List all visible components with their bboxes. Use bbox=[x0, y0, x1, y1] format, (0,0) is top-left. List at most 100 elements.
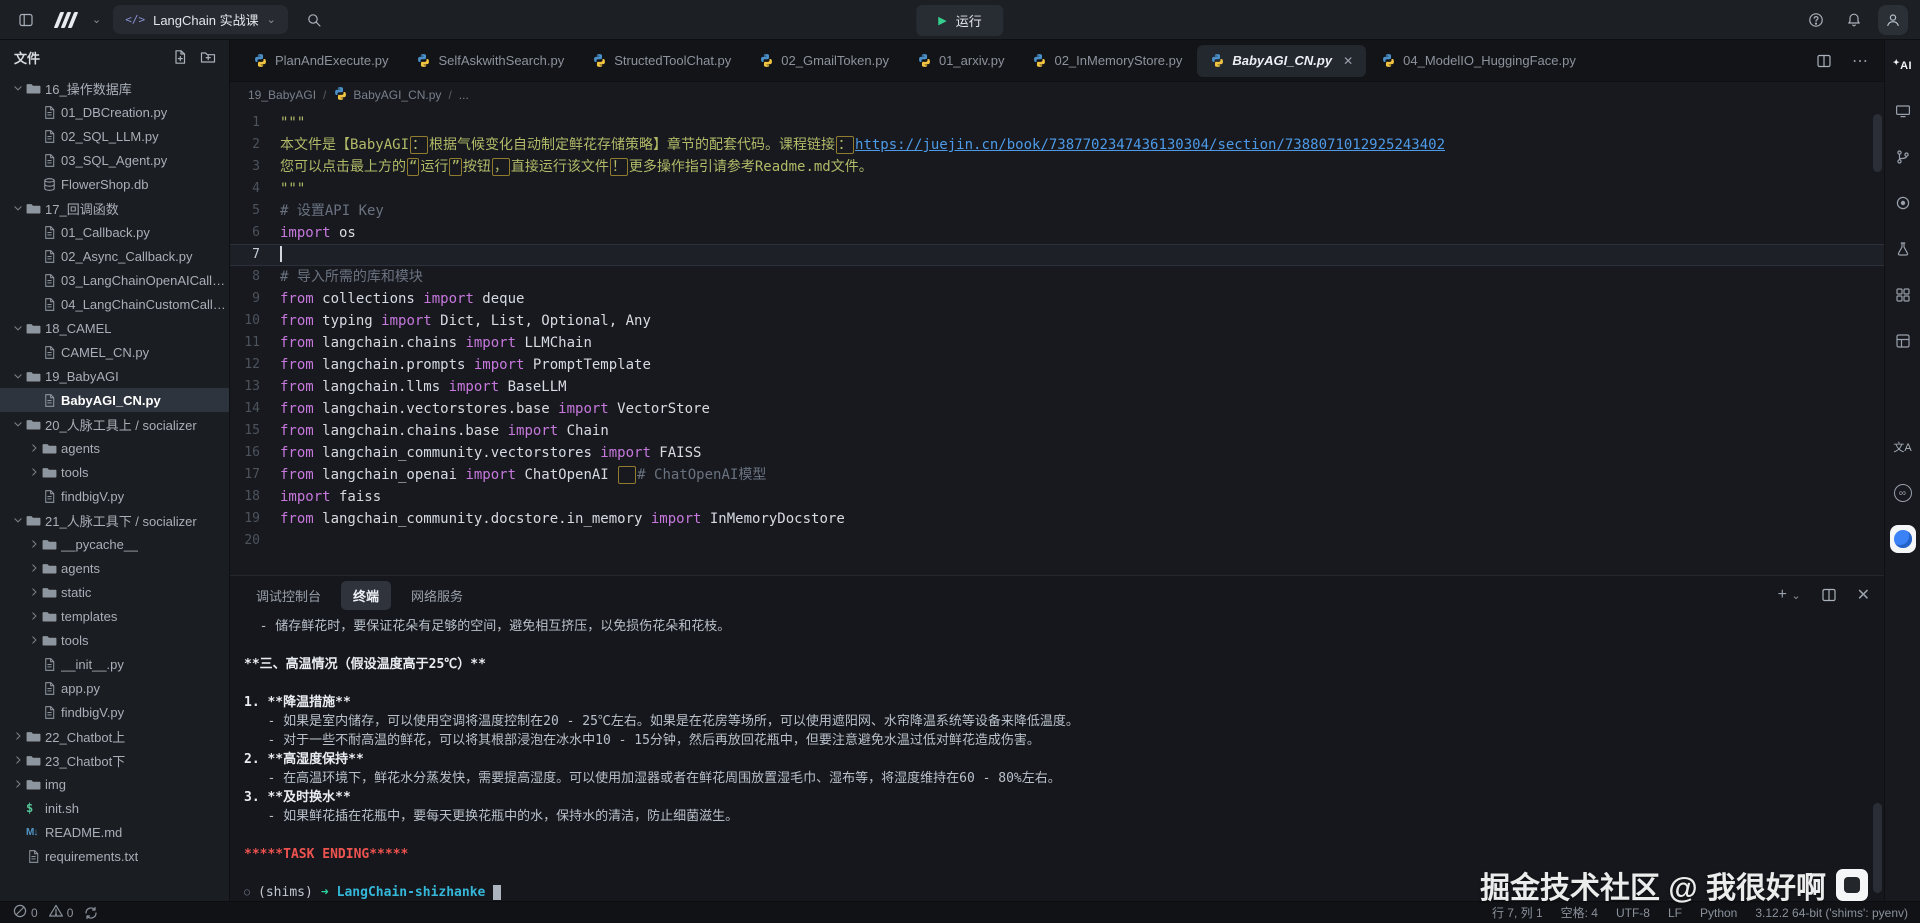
code-line[interactable]: 6import os bbox=[230, 222, 1884, 244]
close-panel-icon[interactable]: ✕ bbox=[1857, 585, 1870, 605]
code-line[interactable]: 18import faiss bbox=[230, 486, 1884, 508]
tree-folder[interactable]: tools bbox=[0, 460, 229, 484]
panel-tab[interactable]: 调试控制台 bbox=[244, 581, 333, 610]
code-line[interactable]: 13from langchain.llms import BaseLLM bbox=[230, 376, 1884, 398]
code-line[interactable]: 20 bbox=[230, 530, 1884, 552]
avatar[interactable] bbox=[1878, 5, 1908, 35]
tree-item[interactable]: BabyAGI_CN.py bbox=[0, 388, 229, 412]
code-line[interactable]: 2本文件是【BabyAGI：根据气候变化自动制定鲜花存储策略】章节的配套代码。课… bbox=[230, 134, 1884, 156]
code-line[interactable]: 11from langchain.chains import LLMChain bbox=[230, 332, 1884, 354]
breadcrumb-file[interactable]: BabyAGI_CN.py bbox=[333, 86, 441, 104]
editor-tab[interactable]: 02_GmailToken.py bbox=[746, 45, 902, 77]
tree-item[interactable]: __init__.py bbox=[0, 652, 229, 676]
tree-folder[interactable]: 17_回调函数 bbox=[0, 196, 229, 220]
breadcrumb-folder[interactable]: 19_BabyAGI bbox=[248, 88, 316, 102]
cursor-position[interactable]: 行 7, 列 1 bbox=[1492, 904, 1543, 921]
preview-icon[interactable] bbox=[1890, 98, 1916, 124]
close-tab-icon[interactable]: ✕ bbox=[1343, 54, 1353, 68]
code-line[interactable]: 8# 导入所需的库和模块 bbox=[230, 266, 1884, 288]
ai-assistant-icon[interactable]: ✦AI bbox=[1890, 52, 1916, 78]
code-line[interactable]: 12from langchain.prompts import PromptTe… bbox=[230, 354, 1884, 376]
tree-item[interactable]: 02_Async_Callback.py bbox=[0, 244, 229, 268]
editor-tab[interactable]: 02_InMemoryStore.py bbox=[1019, 45, 1195, 77]
tree-item[interactable]: requirements.txt bbox=[0, 844, 229, 868]
tree-folder[interactable]: 19_BabyAGI bbox=[0, 364, 229, 388]
tree-item[interactable]: 03_LangChainOpenAICallback.... bbox=[0, 268, 229, 292]
editor-tab-active[interactable]: BabyAGI_CN.py✕ bbox=[1197, 45, 1366, 77]
test-flask-icon[interactable] bbox=[1890, 236, 1916, 262]
translate-icon[interactable]: 文A bbox=[1890, 434, 1916, 460]
tree-item[interactable]: app.py bbox=[0, 676, 229, 700]
tree-item[interactable]: 02_SQL_LLM.py bbox=[0, 124, 229, 148]
code-line[interactable]: 16from langchain_community.vectorstores … bbox=[230, 442, 1884, 464]
tree-folder[interactable]: img bbox=[0, 772, 229, 796]
editor-tab[interactable]: 04_ModelIO_HuggingFace.py bbox=[1368, 45, 1589, 77]
tree-folder[interactable]: 23_Chatbot下 bbox=[0, 748, 229, 772]
community-icon[interactable]: ∞ bbox=[1890, 480, 1916, 506]
editor-tab[interactable]: PlanAndExecute.py bbox=[240, 45, 401, 77]
code-line[interactable]: 19from langchain_community.docstore.in_m… bbox=[230, 508, 1884, 530]
code-line[interactable]: 4""" bbox=[230, 178, 1884, 200]
project-switcher[interactable]: </> LangChain 实战课 ⌄ bbox=[113, 5, 288, 34]
split-editor-icon[interactable] bbox=[1810, 47, 1838, 75]
git-branch-icon[interactable] bbox=[1890, 144, 1916, 170]
tree-item[interactable]: 01_DBCreation.py bbox=[0, 100, 229, 124]
tree-folder[interactable]: agents bbox=[0, 436, 229, 460]
app-menu-icon[interactable] bbox=[12, 6, 40, 34]
tree-folder[interactable]: static bbox=[0, 580, 229, 604]
code-line[interactable]: 15from langchain.chains.base import Chai… bbox=[230, 420, 1884, 442]
editor-scrollbar[interactable] bbox=[1873, 114, 1882, 172]
error-count[interactable]: 0 bbox=[12, 903, 38, 922]
inspect-icon[interactable] bbox=[1890, 190, 1916, 216]
code-line[interactable]: 5# 设置API Key bbox=[230, 200, 1884, 222]
warning-count[interactable]: 0 bbox=[48, 903, 74, 922]
tree-item[interactable]: CAMEL_CN.py bbox=[0, 340, 229, 364]
assistant-plugin-icon[interactable] bbox=[1890, 526, 1916, 552]
panel-tab[interactable]: 网络服务 bbox=[399, 581, 475, 610]
tree-folder[interactable]: 16_操作数据库 bbox=[0, 76, 229, 100]
extensions-icon[interactable] bbox=[1890, 282, 1916, 308]
tree-item[interactable]: FlowerShop.db bbox=[0, 172, 229, 196]
code-line[interactable]: 9from collections import deque bbox=[230, 288, 1884, 310]
tree-item[interactable]: M↓README.md bbox=[0, 820, 229, 844]
code-line[interactable]: 17from langchain_openai import ChatOpenA… bbox=[230, 464, 1884, 486]
help-icon[interactable] bbox=[1802, 6, 1830, 34]
tree-folder[interactable]: __pycache__ bbox=[0, 532, 229, 556]
new-terminal-icon[interactable]: + ⌄ bbox=[1778, 586, 1801, 604]
new-folder-icon[interactable] bbox=[197, 46, 219, 68]
tree-item[interactable]: findbigV.py bbox=[0, 700, 229, 724]
notifications-bell-icon[interactable] bbox=[1840, 6, 1868, 34]
tree-folder[interactable]: templates bbox=[0, 604, 229, 628]
code-line[interactable]: 10from typing import Dict, List, Optiona… bbox=[230, 310, 1884, 332]
tree-item[interactable]: 04_LangChainCustomCallback.... bbox=[0, 292, 229, 316]
tree-item[interactable]: findbigV.py bbox=[0, 484, 229, 508]
code-line[interactable]: 1""" bbox=[230, 112, 1884, 134]
tree-item[interactable]: 03_SQL_Agent.py bbox=[0, 148, 229, 172]
code-line[interactable]: 3您可以点击最上方的“运行”按钮，直接运行该文件！更多操作指引请参考Readme… bbox=[230, 156, 1884, 178]
breadcrumb-more[interactable]: ... bbox=[459, 88, 469, 102]
editor-tab[interactable]: 01_arxiv.py bbox=[904, 45, 1018, 77]
course-link[interactable]: https://juejin.cn/book/73877023474361303… bbox=[855, 137, 1445, 153]
terminal[interactable]: - 储存鲜花时，要保证花朵有足够的空间，避免相互挤压，以免损伤花朵和花枝。**三… bbox=[230, 614, 1884, 901]
language-mode[interactable]: Python bbox=[1700, 906, 1737, 920]
editor-tab[interactable]: StructedToolChat.py bbox=[579, 45, 744, 77]
encoding[interactable]: UTF-8 bbox=[1616, 906, 1650, 920]
code-line-current[interactable]: 7 bbox=[230, 244, 1884, 266]
tree-item[interactable]: $init.sh bbox=[0, 796, 229, 820]
run-button[interactable]: ▶ 运行 bbox=[916, 5, 1003, 36]
tree-item[interactable]: 01_Callback.py bbox=[0, 220, 229, 244]
logo-chevron-down-icon[interactable]: ⌄ bbox=[92, 13, 101, 26]
tree-folder[interactable]: 18_CAMEL bbox=[0, 316, 229, 340]
indentation[interactable]: 空格: 4 bbox=[1561, 904, 1598, 921]
tree-folder[interactable]: 20_人脉工具上 / socializer bbox=[0, 412, 229, 436]
python-interpreter[interactable]: 3.12.2 64-bit ('shims': pyenv) bbox=[1755, 906, 1908, 920]
layout-icon[interactable] bbox=[1890, 328, 1916, 354]
code-editor[interactable]: 1"""2本文件是【BabyAGI：根据气候变化自动制定鲜花存储策略】章节的配套… bbox=[230, 108, 1884, 575]
new-file-icon[interactable] bbox=[169, 46, 191, 68]
split-terminal-icon[interactable] bbox=[1815, 581, 1843, 609]
eol[interactable]: LF bbox=[1668, 906, 1682, 920]
tree-folder[interactable]: 21_人脉工具下 / socializer bbox=[0, 508, 229, 532]
panel-tab[interactable]: 终端 bbox=[341, 581, 391, 610]
sync-icon[interactable] bbox=[83, 905, 99, 921]
terminal-prompt[interactable]: ○ (shims) ➜ LangChain-shizhanke bbox=[244, 883, 1854, 901]
